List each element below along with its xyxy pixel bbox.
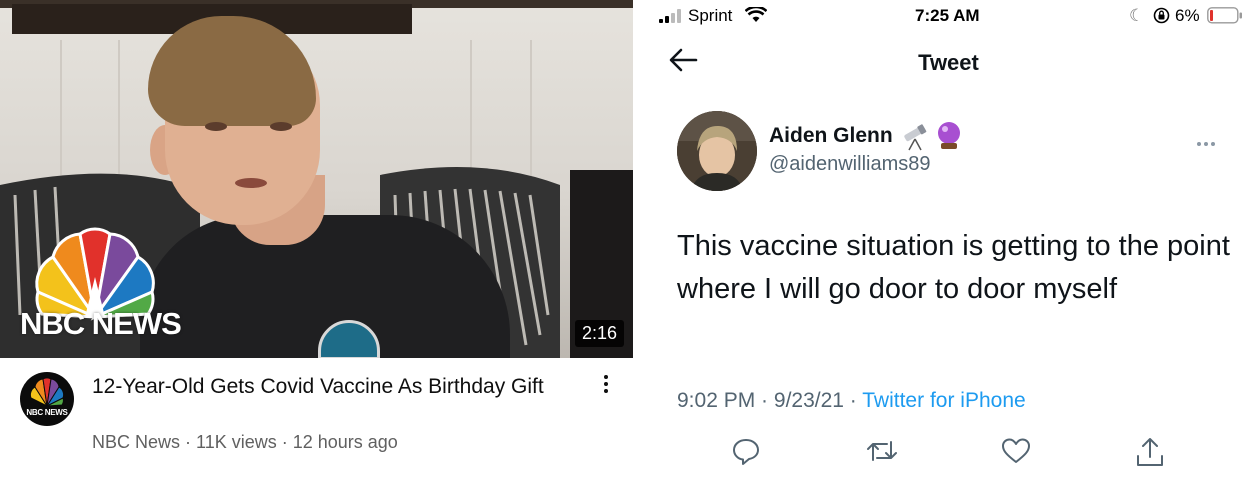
telescope-and-crystal-ball-icon [904,122,960,151]
nbc-news-wordmark: NBC NEWS [20,306,182,341]
retweet-icon[interactable] [865,436,899,466]
tweet-time: 9:02 PM [677,389,756,412]
profile-avatar[interactable] [677,111,757,191]
video-title[interactable]: 12-Year-Old Gets Covid Vaccine As Birthd… [92,372,582,401]
channel-name[interactable]: NBC News [92,432,180,452]
more-options-icon[interactable] [596,372,616,400]
channel-avatar[interactable]: NBC NEWS [20,372,74,426]
meta-separator: · [276,432,293,452]
channel-avatar-label: NBC NEWS [26,408,68,417]
tweet-metadata: 9:02 PM · 9/23/21 · Twitter for iPhone [677,389,1026,413]
meta-separator: · [843,389,863,412]
wall-panel-line [60,40,62,180]
page-title: Tweet [918,50,979,75]
battery-icon [1207,7,1242,24]
video-duration-badge: 2:16 [574,320,624,347]
tweet-date: 9/23/21 [773,389,844,412]
display-name[interactable]: Aiden Glenn [769,124,893,148]
tweet-body: This vaccine situation is getting to the… [677,230,1230,305]
person-eye [205,122,227,131]
wall-panel-line [470,40,472,180]
do-not-disturb-icon: ☾ [1129,6,1145,25]
wall-panel-line [530,40,532,180]
person-eye [270,122,292,131]
video-thumbnail[interactable]: NBC NEWS 2:16 [0,0,633,358]
cell-signal-icon [659,9,681,23]
upload-age: 12 hours ago [292,432,398,452]
meta-separator: · [755,389,774,412]
nbc-peacock-icon [29,377,65,408]
user-handle[interactable]: @aidenwilliams89 [769,153,930,176]
wall-panel-line [118,40,120,180]
view-count: 11K views [196,432,277,452]
meta-separator: · [180,432,197,452]
orientation-lock-icon [1153,7,1170,24]
share-icon[interactable] [1135,436,1165,468]
person-mouth [235,178,267,188]
more-options-icon[interactable] [1197,133,1218,151]
like-icon[interactable] [1001,436,1031,466]
youtube-video-card[interactable]: NBC NEWS 2:16 NBC NEWS 12-Year-Old Gets … [0,0,633,484]
reply-icon[interactable] [731,436,761,466]
tweet-header: Tweet [641,40,1250,84]
tweet-screen: Sprint 7:25 AM ☾ 6% Tweet Aiden Glenn @a… [641,0,1250,484]
avatar-photo [677,111,757,191]
wifi-icon [745,7,767,22]
carrier-name: Sprint [688,6,733,25]
video-metadata: NBC NEWS 12-Year-Old Gets Covid Vaccine … [0,358,633,484]
tweet-source-link[interactable]: Twitter for iPhone [862,389,1025,412]
status-bar: Sprint 7:25 AM ☾ 6% [641,0,1250,32]
battery-percent: 6% [1175,6,1200,25]
tweet-actions [641,436,1250,476]
status-time: 7:25 AM [915,6,980,25]
video-subtitle: NBC News · 11K views · 12 hours ago [92,432,398,453]
panel-divider [633,0,641,484]
